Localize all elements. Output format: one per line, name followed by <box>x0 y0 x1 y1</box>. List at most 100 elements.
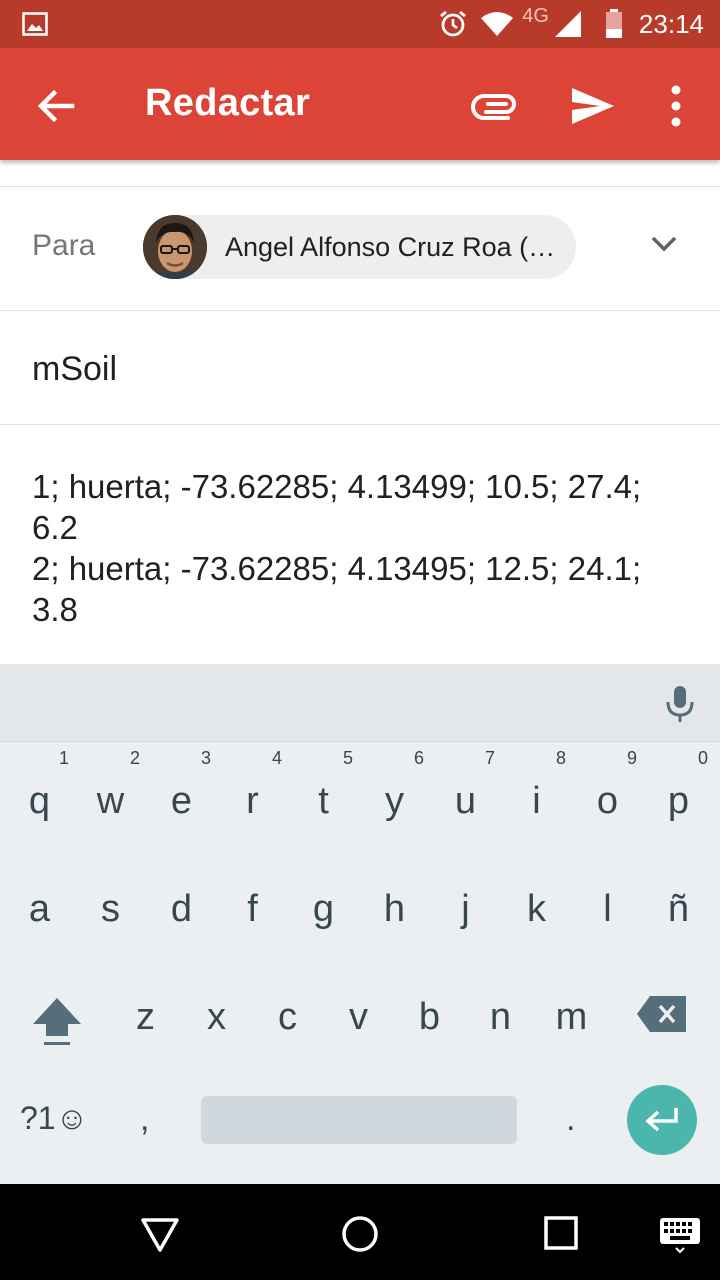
app-bar: Redactar <box>0 48 720 160</box>
key-label: m <box>555 996 588 1038</box>
key-label: r <box>246 780 259 822</box>
alarm-icon <box>438 9 468 39</box>
key-number-hint: 0 <box>697 748 708 768</box>
key-o[interactable]: 9o <box>572 742 643 842</box>
key-m[interactable]: m <box>536 958 607 1058</box>
key-s[interactable]: s <box>75 850 146 950</box>
key-k[interactable]: k <box>501 850 572 950</box>
key-number-hint: 3 <box>200 748 211 768</box>
attach-icon[interactable] <box>470 82 522 130</box>
period-key[interactable]: . <box>566 1100 575 1139</box>
key-y[interactable]: 6y <box>359 742 430 842</box>
key-label: c <box>278 996 297 1038</box>
navigation-bar <box>0 1184 720 1280</box>
send-icon[interactable] <box>566 80 618 132</box>
key-d[interactable]: d <box>146 850 217 950</box>
suggestion-strip <box>0 664 720 742</box>
more-options-icon[interactable] <box>656 80 696 132</box>
emoji-icon: ☺ <box>55 1100 89 1136</box>
key-w[interactable]: 2w <box>75 742 146 842</box>
key-label: v <box>349 996 368 1038</box>
body-field[interactable]: 1; huerta; -73.62285; 4.13499; 10.5; 27.… <box>32 466 692 630</box>
key-t[interactable]: 5t <box>288 742 359 842</box>
key-f[interactable]: f <box>217 850 288 950</box>
key-a[interactable]: a <box>4 850 75 950</box>
key-label: i <box>532 780 541 822</box>
key-p[interactable]: 0p <box>643 742 714 842</box>
key-l[interactable]: l <box>572 850 643 950</box>
key-number-hint: 7 <box>484 748 495 768</box>
battery-icon <box>605 9 623 39</box>
key-h[interactable]: h <box>359 850 430 950</box>
key-b[interactable]: b <box>394 958 465 1058</box>
backspace-key[interactable] <box>636 994 688 1034</box>
status-bar: 4G 23:14 <box>0 0 720 48</box>
key-label: f <box>247 888 258 930</box>
key-label: h <box>383 888 406 930</box>
image-notification-icon <box>22 12 48 41</box>
keyboard: 1q2w3e4r5t6y7u8i9o0p asdfghjklñ zxcvbnm … <box>0 664 720 1184</box>
body-line: 2; huerta; -73.62285; 4.13495; 12.5; 24.… <box>32 550 642 587</box>
microphone-icon[interactable] <box>664 684 696 724</box>
key-label: t <box>318 780 329 822</box>
keyboard-switch-icon[interactable] <box>658 1212 704 1256</box>
key-q[interactable]: 1q <box>4 742 75 842</box>
enter-arrow-icon <box>645 1108 678 1132</box>
key-label: u <box>454 780 477 822</box>
key-v[interactable]: v <box>323 958 394 1058</box>
key-n[interactable]: n <box>465 958 536 1058</box>
key-label: j <box>461 888 470 930</box>
nav-back-icon[interactable] <box>138 1212 182 1256</box>
recipient-name: Angel Alfonso Cruz Roa (… <box>225 231 556 262</box>
symbols-key-label: ?1 <box>20 1100 56 1136</box>
key-label: q <box>28 780 51 822</box>
key-number-hint: 8 <box>555 748 566 768</box>
key-z[interactable]: z <box>110 958 181 1058</box>
key-label: e <box>170 780 193 822</box>
enter-key[interactable] <box>627 1085 697 1155</box>
body-line: 3.8 <box>32 591 78 628</box>
key-label: n <box>489 996 512 1038</box>
key-number-hint: 6 <box>413 748 424 768</box>
to-field[interactable]: Para Angel Alfonso Cruz Roa (… <box>0 187 720 311</box>
subject-field[interactable]: mSoil <box>32 350 117 389</box>
key-label: s <box>101 888 120 930</box>
key-label: p <box>667 780 690 822</box>
back-arrow-icon[interactable] <box>32 82 80 130</box>
key-ñ[interactable]: ñ <box>643 850 714 950</box>
key-label: a <box>28 888 51 930</box>
key-label: x <box>207 996 226 1038</box>
comma-key[interactable]: , <box>140 1100 149 1139</box>
divider <box>0 310 720 311</box>
recipient-chip[interactable]: Angel Alfonso Cruz Roa (… <box>143 215 576 279</box>
nav-home-icon[interactable] <box>338 1212 382 1256</box>
key-number-hint: 5 <box>342 748 353 768</box>
key-label: k <box>527 888 546 930</box>
to-label: Para <box>32 229 96 262</box>
divider <box>0 424 720 425</box>
body-line: 1; huerta; -73.62285; 4.13499; 10.5; 27.… <box>32 468 642 505</box>
key-number-hint: 2 <box>129 748 140 768</box>
body-line: 6.2 <box>32 509 78 546</box>
key-label: w <box>96 780 125 822</box>
symbols-key[interactable]: ?1☺ <box>20 1100 88 1137</box>
key-number-hint: 9 <box>626 748 637 768</box>
key-label: ñ <box>667 888 690 930</box>
key-x[interactable]: x <box>181 958 252 1058</box>
key-label: b <box>418 996 441 1038</box>
key-r[interactable]: 4r <box>217 742 288 842</box>
key-i[interactable]: 8i <box>501 742 572 842</box>
nav-recents-icon[interactable] <box>540 1212 584 1256</box>
key-label: y <box>385 780 404 822</box>
key-number-hint: 4 <box>271 748 282 768</box>
key-j[interactable]: j <box>430 850 501 950</box>
key-c[interactable]: c <box>252 958 323 1058</box>
key-e[interactable]: 3e <box>146 742 217 842</box>
key-label: z <box>136 996 155 1038</box>
shift-key[interactable] <box>30 994 84 1048</box>
key-u[interactable]: 7u <box>430 742 501 842</box>
network-type-label: 4G <box>522 4 549 27</box>
chevron-down-icon[interactable] <box>648 227 680 259</box>
key-g[interactable]: g <box>288 850 359 950</box>
space-key[interactable] <box>201 1096 517 1144</box>
